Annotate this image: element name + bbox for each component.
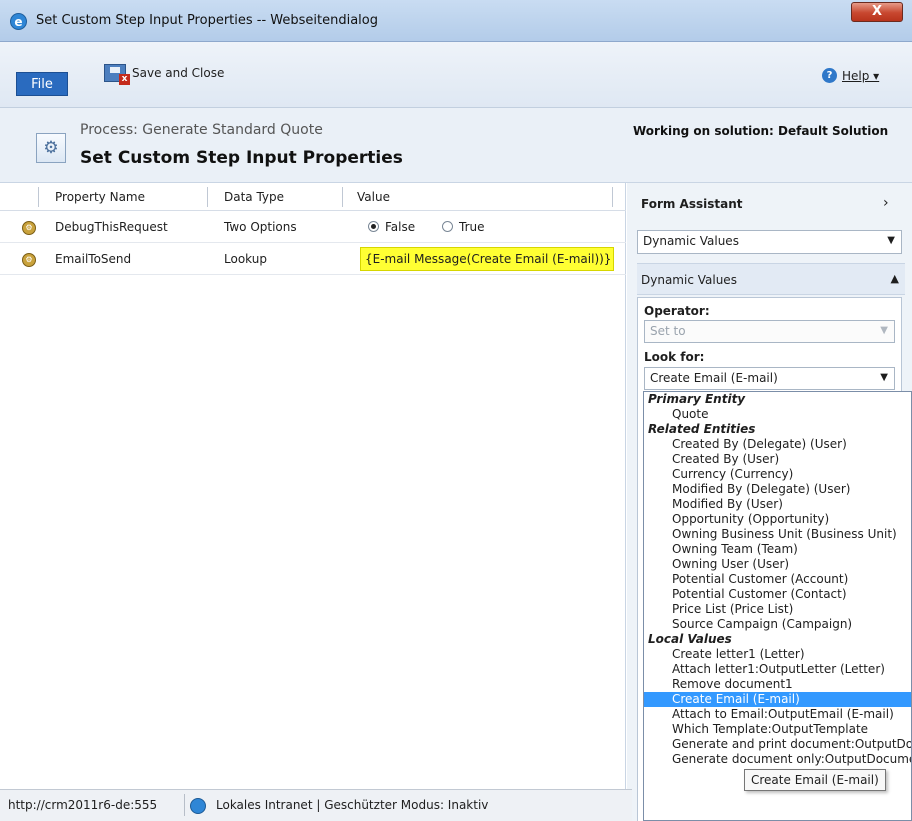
list-item[interactable]: Potential Customer (Account) (644, 572, 911, 587)
operator-select[interactable]: Set to ▼ (644, 320, 895, 343)
status-url: http://crm2011r6-de:555 (8, 798, 158, 812)
list-item[interactable]: Attach letter1:OutputLetter (Letter) (644, 662, 911, 677)
gear-icon: ⚙ (36, 133, 66, 163)
property-icon: ⚙ (22, 253, 36, 267)
list-item[interactable]: Potential Customer (Contact) (644, 587, 911, 602)
help-icon: ? (822, 68, 837, 83)
list-item[interactable]: Quote (644, 407, 911, 422)
process-title: Process: Generate Standard Quote (80, 122, 323, 138)
dynamic-values-heading: Dynamic Values (641, 273, 737, 287)
chevron-down-icon: ▼ (887, 235, 895, 246)
column-separator (612, 187, 613, 207)
operator-label: Operator: (644, 304, 710, 318)
page-header: ⚙ Process: Generate Standard Quote Set C… (0, 108, 912, 183)
radio-false[interactable] (368, 221, 379, 232)
file-button[interactable]: File (16, 72, 68, 96)
chevron-down-icon: ▼ (880, 325, 888, 336)
status-zone: Lokales Intranet | Geschützter Modus: In… (216, 798, 489, 812)
column-separator (342, 187, 343, 207)
dropdown-group-heading: Primary Entity (648, 392, 746, 406)
list-item[interactable]: Owning Business Unit (Business Unit) (644, 527, 911, 542)
list-item-selected[interactable]: Create Email (E-mail) (644, 692, 911, 707)
list-item[interactable]: Generate and print document:OutputDocume… (644, 737, 911, 752)
intranet-zone-icon (190, 798, 206, 814)
property-name: EmailToSend (55, 252, 132, 266)
status-separator (184, 794, 185, 816)
data-type: Lookup (224, 252, 267, 266)
list-item[interactable]: Create letter1 (Letter) (644, 647, 911, 662)
look-for-select-value: Create Email (E-mail) (650, 371, 778, 385)
status-bar: http://crm2011r6-de:555 Lokales Intranet… (0, 789, 632, 821)
radio-true-option[interactable]: True (442, 220, 485, 234)
radio-false-option[interactable]: False (368, 220, 415, 234)
help-label: Help ▾ (842, 68, 880, 83)
dropdown-group-heading: Related Entities (648, 422, 756, 436)
internet-explorer-icon: e (10, 13, 27, 30)
list-item[interactable]: Opportunity (Opportunity) (644, 512, 911, 527)
column-separator (38, 187, 39, 207)
look-for-dropdown-list[interactable]: Primary Entity Quote Related Entities Cr… (643, 391, 912, 821)
dynamic-values-section[interactable]: Dynamic Values ▲ (637, 263, 905, 295)
list-item[interactable]: Which Template:OutputTemplate (644, 722, 911, 737)
table-row[interactable]: ⚙ DebugThisRequest Two Options False Tru… (0, 212, 626, 243)
ribbon: File x Save and Close ? Help ▾ (0, 42, 912, 108)
chevron-down-icon: ▼ (880, 372, 888, 383)
list-item[interactable]: Owning User (User) (644, 557, 911, 572)
collapse-up-icon[interactable]: ▲ (891, 272, 899, 285)
column-header-data-type[interactable]: Data Type (224, 190, 284, 204)
radio-false-label: False (385, 220, 416, 234)
table-row[interactable]: ⚙ EmailToSend Lookup {E-mail Message(Cre… (0, 244, 626, 275)
save-and-close-button[interactable]: x Save and Close (104, 64, 225, 85)
help-button[interactable]: ? Help ▾ (822, 68, 879, 83)
item-tooltip: Create Email (E-mail) (744, 769, 886, 791)
list-item[interactable]: Price List (Price List) (644, 602, 911, 617)
column-header-value[interactable]: Value (357, 190, 390, 204)
property-grid: Property Name Data Type Value ⚙ DebugThi… (0, 183, 626, 789)
list-item[interactable]: Created By (User) (644, 452, 911, 467)
look-for-label: Look for: (644, 350, 705, 364)
page-title: Set Custom Step Input Properties (80, 148, 403, 168)
property-name: DebugThisRequest (55, 220, 168, 234)
dynamic-values-select-value: Dynamic Values (643, 234, 739, 248)
property-icon: ⚙ (22, 221, 36, 235)
look-for-select[interactable]: Create Email (E-mail) ▼ (644, 367, 895, 390)
solution-label: Working on solution: Default Solution (633, 124, 889, 138)
dynamic-values-select[interactable]: Dynamic Values ▼ (637, 230, 902, 254)
window-titlebar: e Set Custom Step Input Properties -- We… (0, 0, 912, 42)
data-type: Two Options (224, 220, 297, 234)
list-item[interactable]: Source Campaign (Campaign) (644, 617, 911, 632)
form-assistant-heading: Form Assistant (641, 197, 743, 211)
list-item[interactable]: Modified By (User) (644, 497, 911, 512)
chevron-right-icon[interactable]: › (883, 195, 889, 211)
list-item[interactable]: Owning Team (Team) (644, 542, 911, 557)
lookup-value-field[interactable]: {E-mail Message(Create Email (E-mail))} (360, 247, 614, 271)
close-button[interactable]: X (851, 2, 903, 22)
list-item[interactable]: Generate document only:OutputDocument (644, 752, 911, 767)
list-item[interactable]: Remove document1 (644, 677, 911, 692)
grid-header: Property Name Data Type Value (0, 183, 626, 211)
list-item[interactable]: Modified By (Delegate) (User) (644, 482, 911, 497)
column-header-property-name[interactable]: Property Name (55, 190, 145, 204)
save-close-icon: x (104, 64, 130, 85)
list-item[interactable]: Attach to Email:OutputEmail (E-mail) (644, 707, 911, 722)
list-item[interactable]: Created By (Delegate) (User) (644, 437, 911, 452)
window-title: Set Custom Step Input Properties -- Webs… (36, 13, 378, 28)
radio-true-label: True (459, 220, 485, 234)
radio-true[interactable] (442, 221, 453, 232)
column-separator (207, 187, 208, 207)
dropdown-group-heading: Local Values (648, 632, 732, 646)
operator-select-value: Set to (650, 324, 686, 338)
list-item[interactable]: Currency (Currency) (644, 467, 911, 482)
save-and-close-label: Save and Close (132, 66, 225, 80)
